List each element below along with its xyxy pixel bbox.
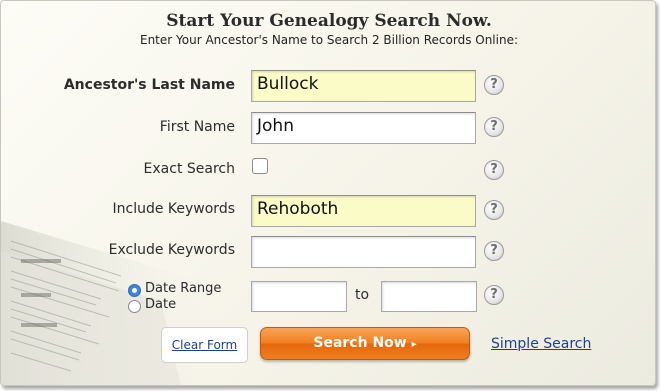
exact-search-label: Exact Search [143, 161, 235, 177]
date-to-label: to [355, 287, 370, 303]
date-from-input[interactable] [251, 281, 347, 312]
first-name-label: First Name [159, 119, 235, 135]
simple-search-link[interactable]: Simple Search [491, 336, 591, 352]
include-keywords-input[interactable]: Rehoboth [251, 195, 476, 227]
exclude-keywords-help-icon[interactable]: ? [484, 241, 504, 261]
first-name-input[interactable]: John [251, 112, 476, 144]
date-range-radio[interactable] [128, 284, 141, 297]
exact-search-checkbox[interactable] [252, 158, 268, 174]
date-range-label: Date Range [145, 281, 222, 296]
page-title: Start Your Genealogy Search Now. [166, 11, 492, 31]
date-to-input[interactable] [381, 281, 477, 312]
date-radio[interactable] [128, 300, 141, 313]
page-subtitle: Enter Your Ancestor's Name to Search 2 B… [139, 33, 519, 47]
exclude-keywords-label: Exclude Keywords [108, 242, 235, 258]
exclude-keywords-input[interactable] [251, 236, 476, 268]
clear-form-button[interactable]: Clear Form [161, 327, 248, 363]
last-name-label: Ancestor's Last Name [63, 77, 235, 93]
search-now-label: Search Now [313, 335, 407, 351]
date-help-icon[interactable]: ? [484, 285, 504, 305]
arrow-right-icon: ▸ [411, 339, 417, 350]
last-name-help-icon[interactable]: ? [484, 75, 504, 95]
date-label: Date [145, 297, 177, 312]
include-keywords-help-icon[interactable]: ? [484, 200, 504, 220]
include-keywords-label: Include Keywords [112, 201, 236, 217]
search-panel: Start Your Genealogy Search Now. Enter Y… [0, 0, 656, 386]
exact-search-help-icon[interactable]: ? [484, 160, 504, 180]
first-name-help-icon[interactable]: ? [484, 117, 504, 137]
last-name-input[interactable]: Bullock [251, 70, 476, 102]
search-now-button[interactable]: Search Now ▸ [260, 327, 470, 360]
